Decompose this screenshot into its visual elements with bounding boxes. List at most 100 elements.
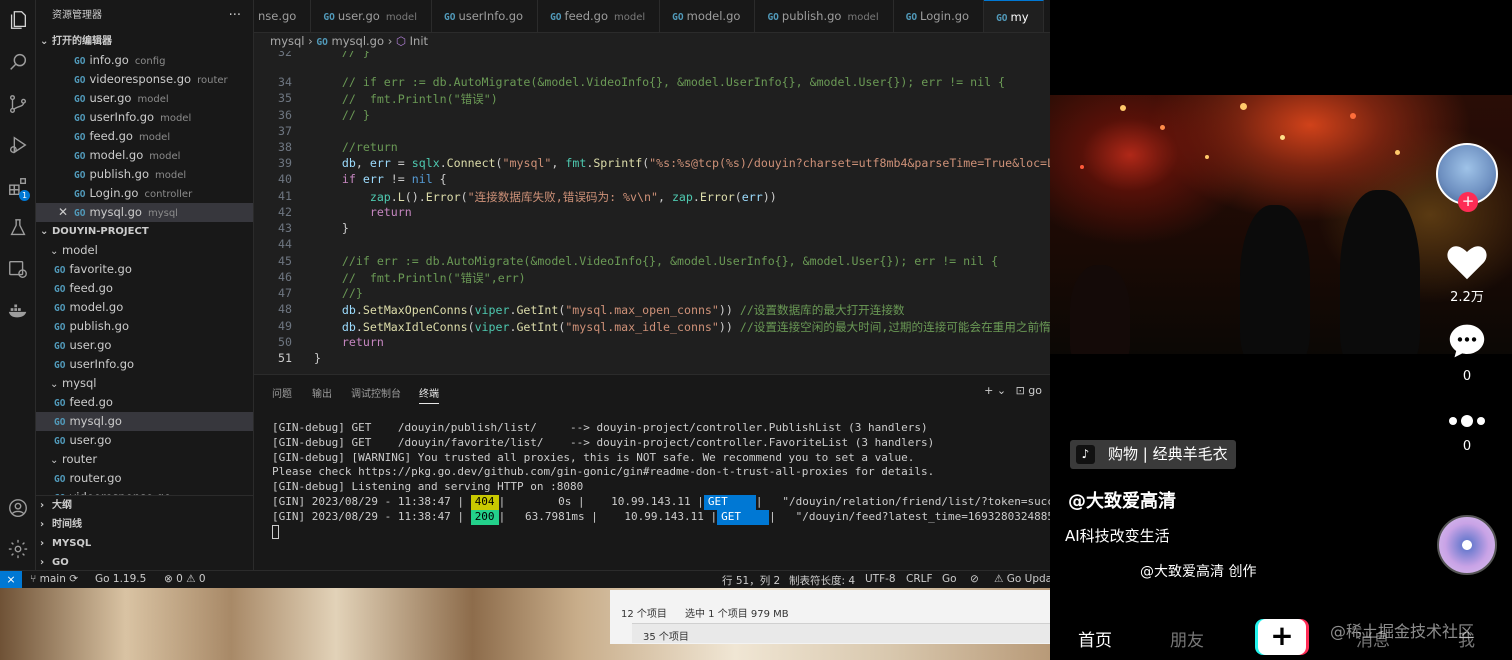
breadcrumb-folder[interactable]: mysql <box>270 34 305 48</box>
mysql-section[interactable]: › MYSQL <box>36 534 253 553</box>
nav-friends[interactable]: 朋友 <box>1170 626 1204 651</box>
tree-file[interactable]: GO user.go <box>36 336 253 355</box>
problems-status[interactable]: ⊗ 0 ⚠ 0 <box>164 573 206 585</box>
branch-status[interactable]: ⑂ main ⟳ <box>30 573 78 585</box>
tab[interactable]: nse.go <box>254 0 312 32</box>
extensions-icon[interactable]: 1 <box>0 169 36 205</box>
tab[interactable]: GO publish.go model <box>755 0 894 32</box>
explorer-icon[interactable] <box>0 2 36 38</box>
cursor-position[interactable]: 行 51，列 2 <box>722 573 780 588</box>
tree-file[interactable]: GO feed.go <box>36 279 253 298</box>
add-video-button[interactable]: + <box>1258 619 1306 655</box>
folder-mysql[interactable]: ⌄ mysql <box>36 374 253 393</box>
breadcrumb-file[interactable]: mysql.go <box>332 34 385 48</box>
tab[interactable]: GO Login.go <box>894 0 985 32</box>
tree-file[interactable]: GO feed.go <box>36 393 253 412</box>
terminal-shell-name[interactable]: go <box>1028 384 1042 397</box>
tree-file[interactable]: GO publish.go <box>36 317 253 336</box>
open-editor-item[interactable]: GO Login.go controller <box>36 184 253 203</box>
eol[interactable]: CRLF <box>906 573 933 585</box>
chevron-down-icon: ⌄ <box>50 246 59 257</box>
terminal-icon[interactable]: ⊡ <box>1016 384 1025 397</box>
notifications-icon[interactable]: ⊘ <box>970 573 979 585</box>
follow-plus-icon[interactable]: + <box>1458 192 1478 212</box>
like-count: 2.2万 <box>1450 290 1484 305</box>
timeline-section[interactable]: › 时间线 <box>36 515 253 534</box>
language-mode[interactable]: Go <box>942 573 957 585</box>
search-icon[interactable] <box>0 44 36 80</box>
open-editor-item[interactable]: GO model.go model <box>36 146 253 165</box>
tree-file[interactable]: GO router.go <box>36 469 253 488</box>
settings-gear-icon[interactable] <box>0 531 36 567</box>
heart-icon[interactable] <box>1446 243 1488 281</box>
tree-file[interactable]: GO user.go <box>36 431 253 450</box>
outline-section[interactable]: › 大纲 <box>36 496 253 515</box>
author-name[interactable]: @大致爱高清 <box>1068 487 1176 513</box>
account-icon[interactable] <box>0 490 36 526</box>
folder-label: model <box>62 243 98 257</box>
file-name: model.go <box>69 300 124 314</box>
project-section[interactable]: ⌄ DOUYIN-PROJECT <box>36 222 253 241</box>
share-count: 0 <box>1462 439 1472 454</box>
tab-label: my <box>1010 10 1029 24</box>
go-section[interactable]: › GO <box>36 553 253 570</box>
video-player[interactable] <box>1050 95 1512 354</box>
go-file-icon: GO <box>74 132 86 143</box>
explorer-title: 资源管理器 ··· <box>36 0 253 32</box>
open-editor-item[interactable]: GO videoresponse.go router <box>36 70 253 89</box>
tab-debug-console[interactable]: 调试控制台 <box>351 385 401 400</box>
code-editor[interactable]: 32 34 35 36 37 38 39 40 41 42 43 44 45 4… <box>254 51 1050 371</box>
tree-file-active[interactable]: GO mysql.go <box>36 412 253 431</box>
line-number: 42 <box>278 205 292 219</box>
terminal-line: [GIN-debug] Listening and serving HTTP o… <box>272 480 584 494</box>
chevron-down-icon: ⌄ <box>50 379 59 390</box>
breadcrumb-symbol[interactable]: Init <box>410 34 428 48</box>
open-editor-item[interactable]: GO publish.go model <box>36 165 253 184</box>
run-debug-icon[interactable] <box>0 127 36 163</box>
remote-explorer-icon[interactable] <box>0 251 36 287</box>
request-prefix: [GIN] 2023/08/29 - 11:38:47 | <box>272 509 465 523</box>
tab[interactable]: GO user.go model <box>311 0 432 32</box>
more-actions-icon[interactable]: ··· <box>229 0 241 32</box>
remote-icon[interactable]: ⨯ <box>0 571 22 588</box>
folder-router[interactable]: ⌄ router <box>36 450 253 469</box>
tab-active[interactable]: GO my <box>984 0 1044 32</box>
encoding[interactable]: UTF-8 <box>865 573 896 585</box>
open-editor-item[interactable]: GO userInfo.go model <box>36 108 253 127</box>
tree-file[interactable]: GO userInfo.go <box>36 355 253 374</box>
tab-problems[interactable]: 问题 <box>272 385 292 400</box>
open-editor-item[interactable]: GO feed.go model <box>36 127 253 146</box>
docker-icon[interactable] <box>0 292 36 328</box>
more-dots-icon[interactable] <box>1448 413 1486 429</box>
creator-credit[interactable]: @大致爱高清 创作 <box>1140 561 1256 581</box>
line-number-current: 51 <box>278 351 292 365</box>
source-control-icon[interactable] <box>0 86 36 122</box>
tab[interactable]: GO userInfo.go <box>432 0 539 32</box>
chevron-down-icon: ⌄ <box>40 36 49 47</box>
line-number: 38 <box>278 140 292 154</box>
tab-size[interactable]: 制表符长度: 4 <box>789 573 855 588</box>
code-line: return <box>369 205 412 219</box>
tree-file[interactable]: GO favorite.go <box>36 260 253 279</box>
open-editor-item[interactable]: GO user.go model <box>36 89 253 108</box>
open-editor-item-active[interactable]: ✕ GO mysql.go mysql <box>36 203 253 222</box>
tab-output[interactable]: 输出 <box>312 385 332 400</box>
close-icon[interactable]: ✕ <box>58 203 68 222</box>
go-version[interactable]: Go 1.19.5 <box>95 573 146 585</box>
tab-terminal[interactable]: 终端 <box>419 385 439 404</box>
testing-icon[interactable] <box>0 210 36 246</box>
folder-model[interactable]: ⌄ model <box>36 241 253 260</box>
terminal-output[interactable]: [GIN-debug] GET /douyin/publish/list/ --… <box>272 421 1050 539</box>
tree-file[interactable]: GO model.go <box>36 298 253 317</box>
tab[interactable]: GO feed.go model <box>538 0 661 32</box>
open-editors-section[interactable]: ⌄ 打开的编辑器 <box>36 32 253 51</box>
nav-home[interactable]: 首页 <box>1078 626 1112 651</box>
comment-icon[interactable] <box>1448 323 1486 359</box>
open-editor-item[interactable]: GO info.go config <box>36 51 253 70</box>
music-disc-icon[interactable] <box>1437 515 1497 575</box>
open-editors-label: 打开的编辑器 <box>52 36 112 47</box>
go-updates[interactable]: ⚠ Go Upda <box>994 573 1050 585</box>
shop-tag[interactable]: ♪ 购物 | 经典羊毛衣 <box>1070 440 1236 469</box>
tab[interactable]: GO model.go <box>660 0 756 32</box>
add-terminal-icon[interactable]: + ⌄ <box>984 384 1006 397</box>
